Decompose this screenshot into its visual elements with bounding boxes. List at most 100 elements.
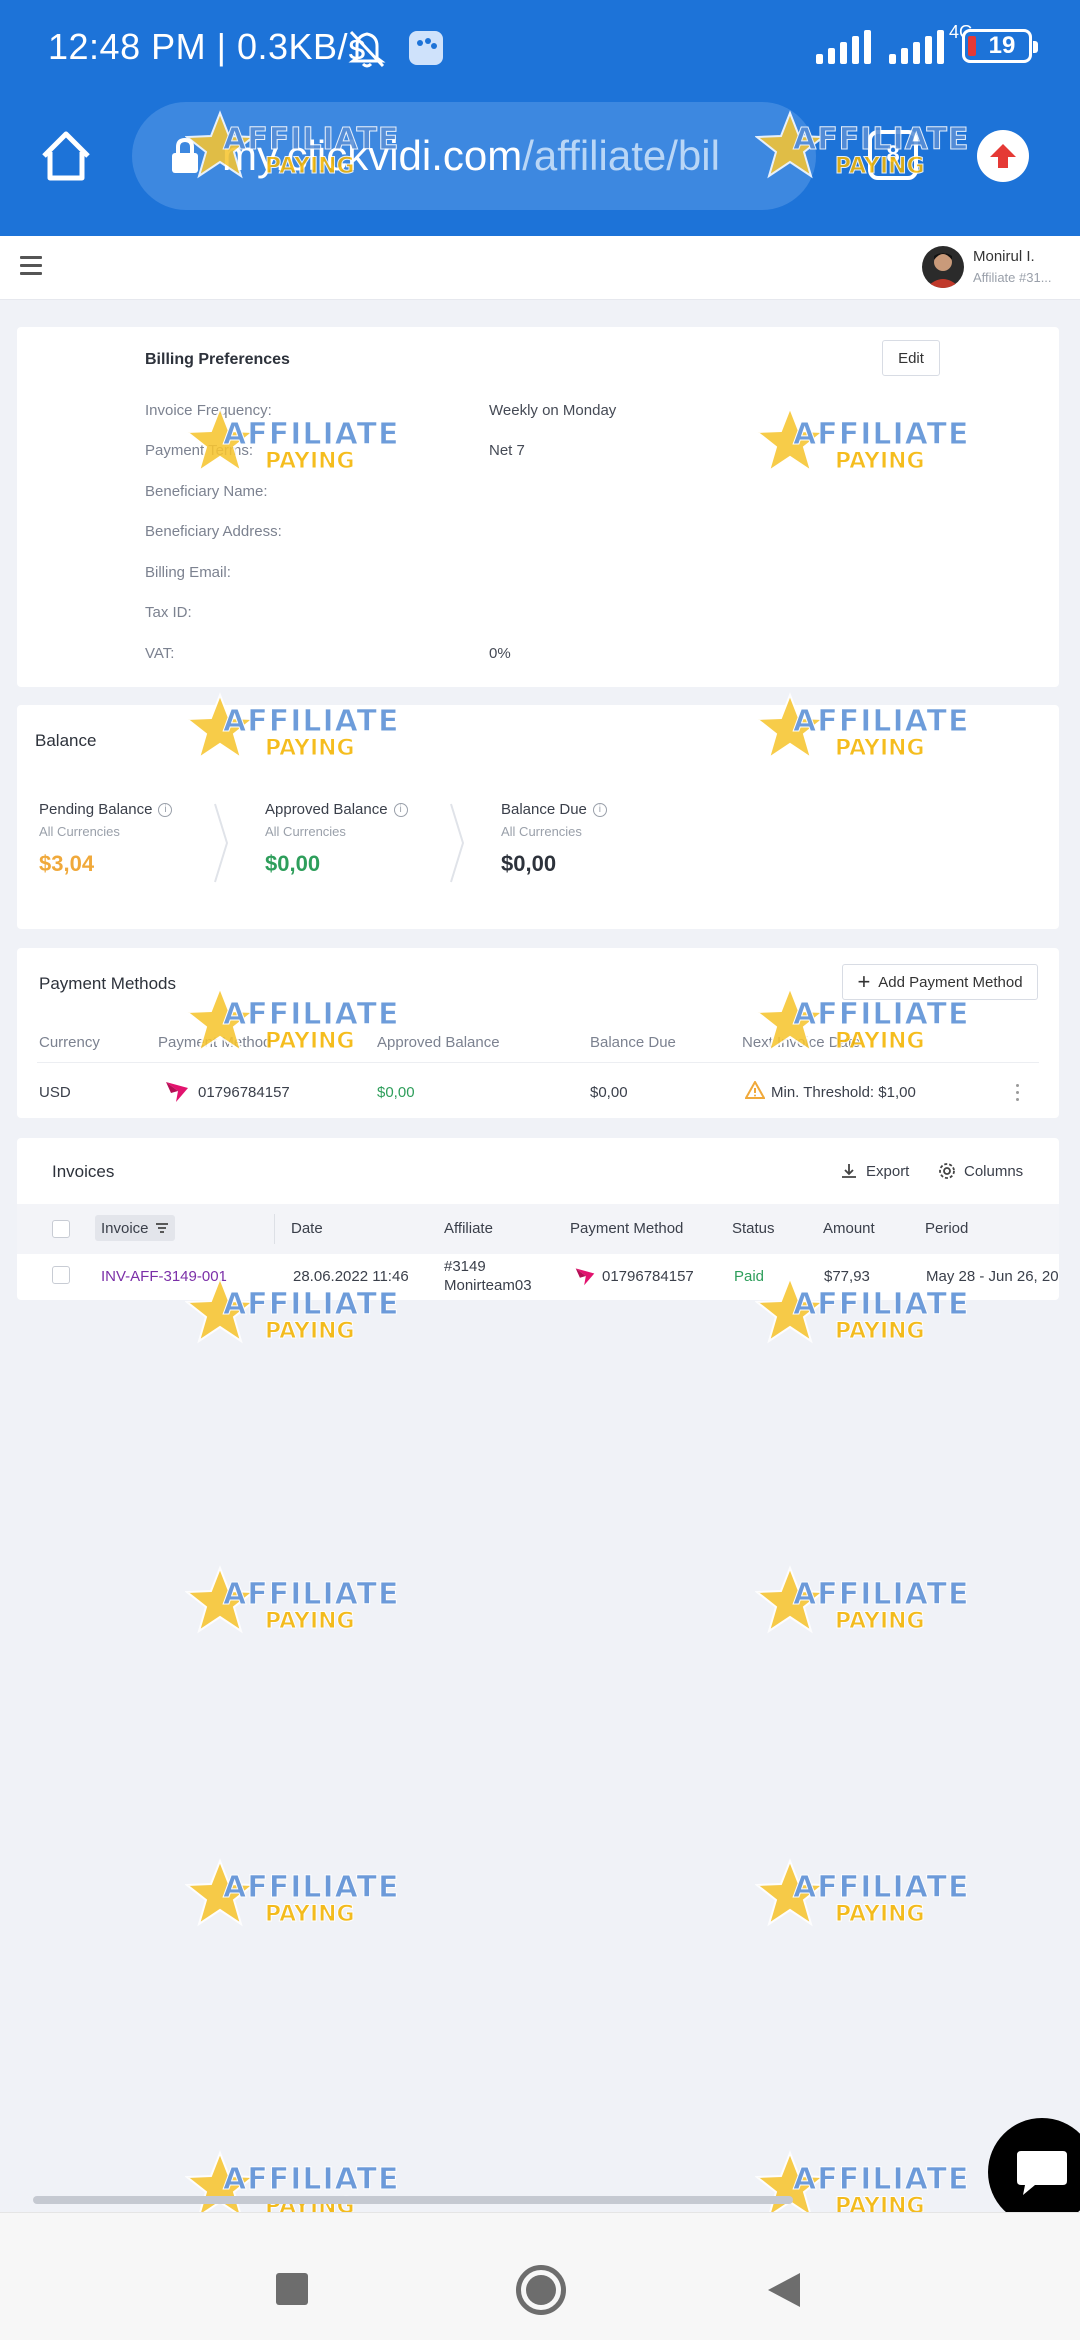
- export-label: Export: [866, 1162, 910, 1180]
- info-icon[interactable]: i: [158, 802, 173, 817]
- bp-value: Net 7: [489, 442, 525, 459]
- system-nav-bar: [0, 2212, 1080, 2340]
- status-time: 12:48 PM | 0.3KB/s: [48, 26, 367, 67]
- invoice-method: 01796784157: [602, 1268, 694, 1285]
- watermark-line1: AFFILIATE: [223, 1577, 400, 1613]
- lock-icon: [172, 137, 198, 173]
- app-header: Monirul I. Affiliate #31...: [0, 236, 1080, 300]
- user-name[interactable]: Monirul I.: [973, 248, 1035, 265]
- bp-label: Invoice Frequency:: [145, 402, 272, 419]
- bkash-icon: [575, 1268, 595, 1286]
- watermark: AFFILIATE PAYING: [755, 1858, 969, 1934]
- plus-icon: +: [857, 969, 871, 994]
- balance-title: Balance: [35, 731, 97, 750]
- url-path: /affiliate/bil: [522, 132, 720, 179]
- invoice-header-label: Invoice: [101, 1219, 149, 1237]
- add-payment-method-label: Add Payment Method: [878, 973, 1023, 991]
- date-header[interactable]: Date: [291, 1220, 323, 1237]
- approved-balance: Approved Balance i All Currencies $0,00: [265, 801, 408, 877]
- export-button[interactable]: Export: [840, 1162, 909, 1180]
- recents-button[interactable]: [276, 2273, 308, 2305]
- menu-icon[interactable]: [20, 256, 42, 276]
- status-badge: Paid: [734, 1268, 765, 1285]
- home-button[interactable]: [516, 2265, 566, 2315]
- pm-currency: USD: [39, 1084, 71, 1101]
- signal-icon: [816, 28, 871, 64]
- watermark: AFFILIATE PAYING: [185, 1565, 399, 1641]
- pm-due: $0,00: [590, 1084, 628, 1101]
- pending-balance-sub: All Currencies: [39, 824, 120, 839]
- url-host: my.clickvidi.com: [222, 132, 523, 179]
- row-checkbox[interactable]: [52, 1266, 70, 1284]
- select-all-checkbox[interactable]: [52, 1220, 70, 1238]
- pending-balance: Pending Balance i All Currencies $3,04: [39, 801, 173, 877]
- signal-4g-icon: [889, 28, 944, 64]
- info-icon[interactable]: i: [592, 802, 607, 817]
- payment-method-header[interactable]: Payment Method: [570, 1220, 683, 1237]
- star-icon: [185, 1565, 255, 1634]
- back-button[interactable]: [766, 2271, 802, 2309]
- star-icon: [755, 1565, 825, 1634]
- pm-header-due: Balance Due: [590, 1034, 676, 1051]
- balance-card: Balance Pending Balance i All Currencies …: [17, 705, 1059, 929]
- pm-approved: $0,00: [377, 1084, 415, 1101]
- battery-icon: 19: [962, 29, 1038, 63]
- pending-balance-label: Pending Balance: [39, 801, 153, 818]
- bp-label: Beneficiary Address:: [145, 523, 282, 540]
- watermark-line1: AFFILIATE: [793, 1577, 970, 1613]
- status-bar: 12:48 PM | 0.3KB/s 4G 19: [0, 0, 1080, 100]
- balance-due-sub: All Currencies: [501, 824, 582, 839]
- more-options-icon[interactable]: [1016, 1084, 1020, 1102]
- columns-button[interactable]: Columns: [938, 1162, 1023, 1180]
- pm-header-currency: Currency: [39, 1034, 100, 1051]
- user-role: Affiliate #31...: [973, 270, 1052, 285]
- home-icon[interactable]: [38, 128, 94, 184]
- watermark-line2: PAYING: [835, 1902, 926, 1928]
- approved-balance-sub: All Currencies: [265, 824, 346, 839]
- watermark: AFFILIATE PAYING: [755, 1565, 969, 1641]
- invoice-period: May 28 - Jun 26, 2022: [926, 1268, 1059, 1285]
- amount-header[interactable]: Amount: [823, 1220, 875, 1237]
- status-header[interactable]: Status: [732, 1220, 775, 1237]
- invoices-card: Invoices Export Columns Invoice Date Aff…: [17, 1138, 1059, 1300]
- invoice-link[interactable]: INV-AFF-3149-001: [101, 1268, 227, 1285]
- chat-button[interactable]: [988, 2118, 1080, 2226]
- payment-methods-title: Payment Methods: [39, 974, 177, 993]
- download-icon: [842, 1164, 856, 1178]
- address-bar[interactable]: my.clickvidi.com/affiliate/bil: [132, 102, 816, 210]
- pm-next-invoice: Min. Threshold: $1,00: [771, 1084, 916, 1101]
- edit-button[interactable]: Edit: [882, 340, 940, 376]
- pm-header-method: Payment Method: [158, 1034, 272, 1051]
- update-button[interactable]: [977, 130, 1029, 182]
- add-payment-method-button[interactable]: + Add Payment Method: [842, 964, 1038, 1000]
- watermark: AFFILIATE PAYING: [185, 1858, 399, 1934]
- billing-preferences-card: Billing Preferences Edit Invoice Frequen…: [17, 327, 1059, 687]
- balance-due-amount: $0,00: [501, 851, 557, 876]
- url-text: my.clickvidi.com/affiliate/bil: [222, 132, 802, 180]
- horizontal-scrollbar[interactable]: [33, 2196, 793, 2204]
- bp-label: Billing Email:: [145, 564, 231, 581]
- info-icon[interactable]: i: [393, 802, 408, 817]
- affiliate-id: #3149: [444, 1258, 486, 1275]
- invoice-sort-header[interactable]: Invoice: [95, 1215, 175, 1241]
- balance-due: Balance Due i All Currencies $0,00: [501, 801, 607, 877]
- period-header[interactable]: Period: [925, 1220, 968, 1237]
- tabs-button[interactable]: 8: [868, 130, 918, 180]
- gear-icon: [939, 1163, 955, 1179]
- columns-label: Columns: [964, 1162, 1024, 1180]
- app-notification-icon: [409, 31, 443, 65]
- affiliate-header[interactable]: Affiliate: [444, 1220, 493, 1237]
- chat-bubble-icon: [1017, 2151, 1067, 2195]
- avatar[interactable]: [922, 246, 964, 288]
- watermark-line1: AFFILIATE: [223, 2162, 400, 2198]
- invoice-date: 28.06.2022 11:46: [293, 1268, 409, 1285]
- star-icon: [185, 2150, 255, 2219]
- billing-title: Billing Preferences: [145, 351, 290, 368]
- bp-value: 0%: [489, 645, 511, 662]
- invoice-amount: $77,93: [824, 1268, 870, 1285]
- watermark-line2: PAYING: [835, 1319, 926, 1345]
- browser-chrome: 12:48 PM | 0.3KB/s 4G 19 my.clickvidi.co…: [0, 0, 1080, 236]
- watermark-line2: PAYING: [265, 1902, 356, 1928]
- watermark-line2: PAYING: [835, 1609, 926, 1635]
- bkash-icon: [166, 1082, 188, 1102]
